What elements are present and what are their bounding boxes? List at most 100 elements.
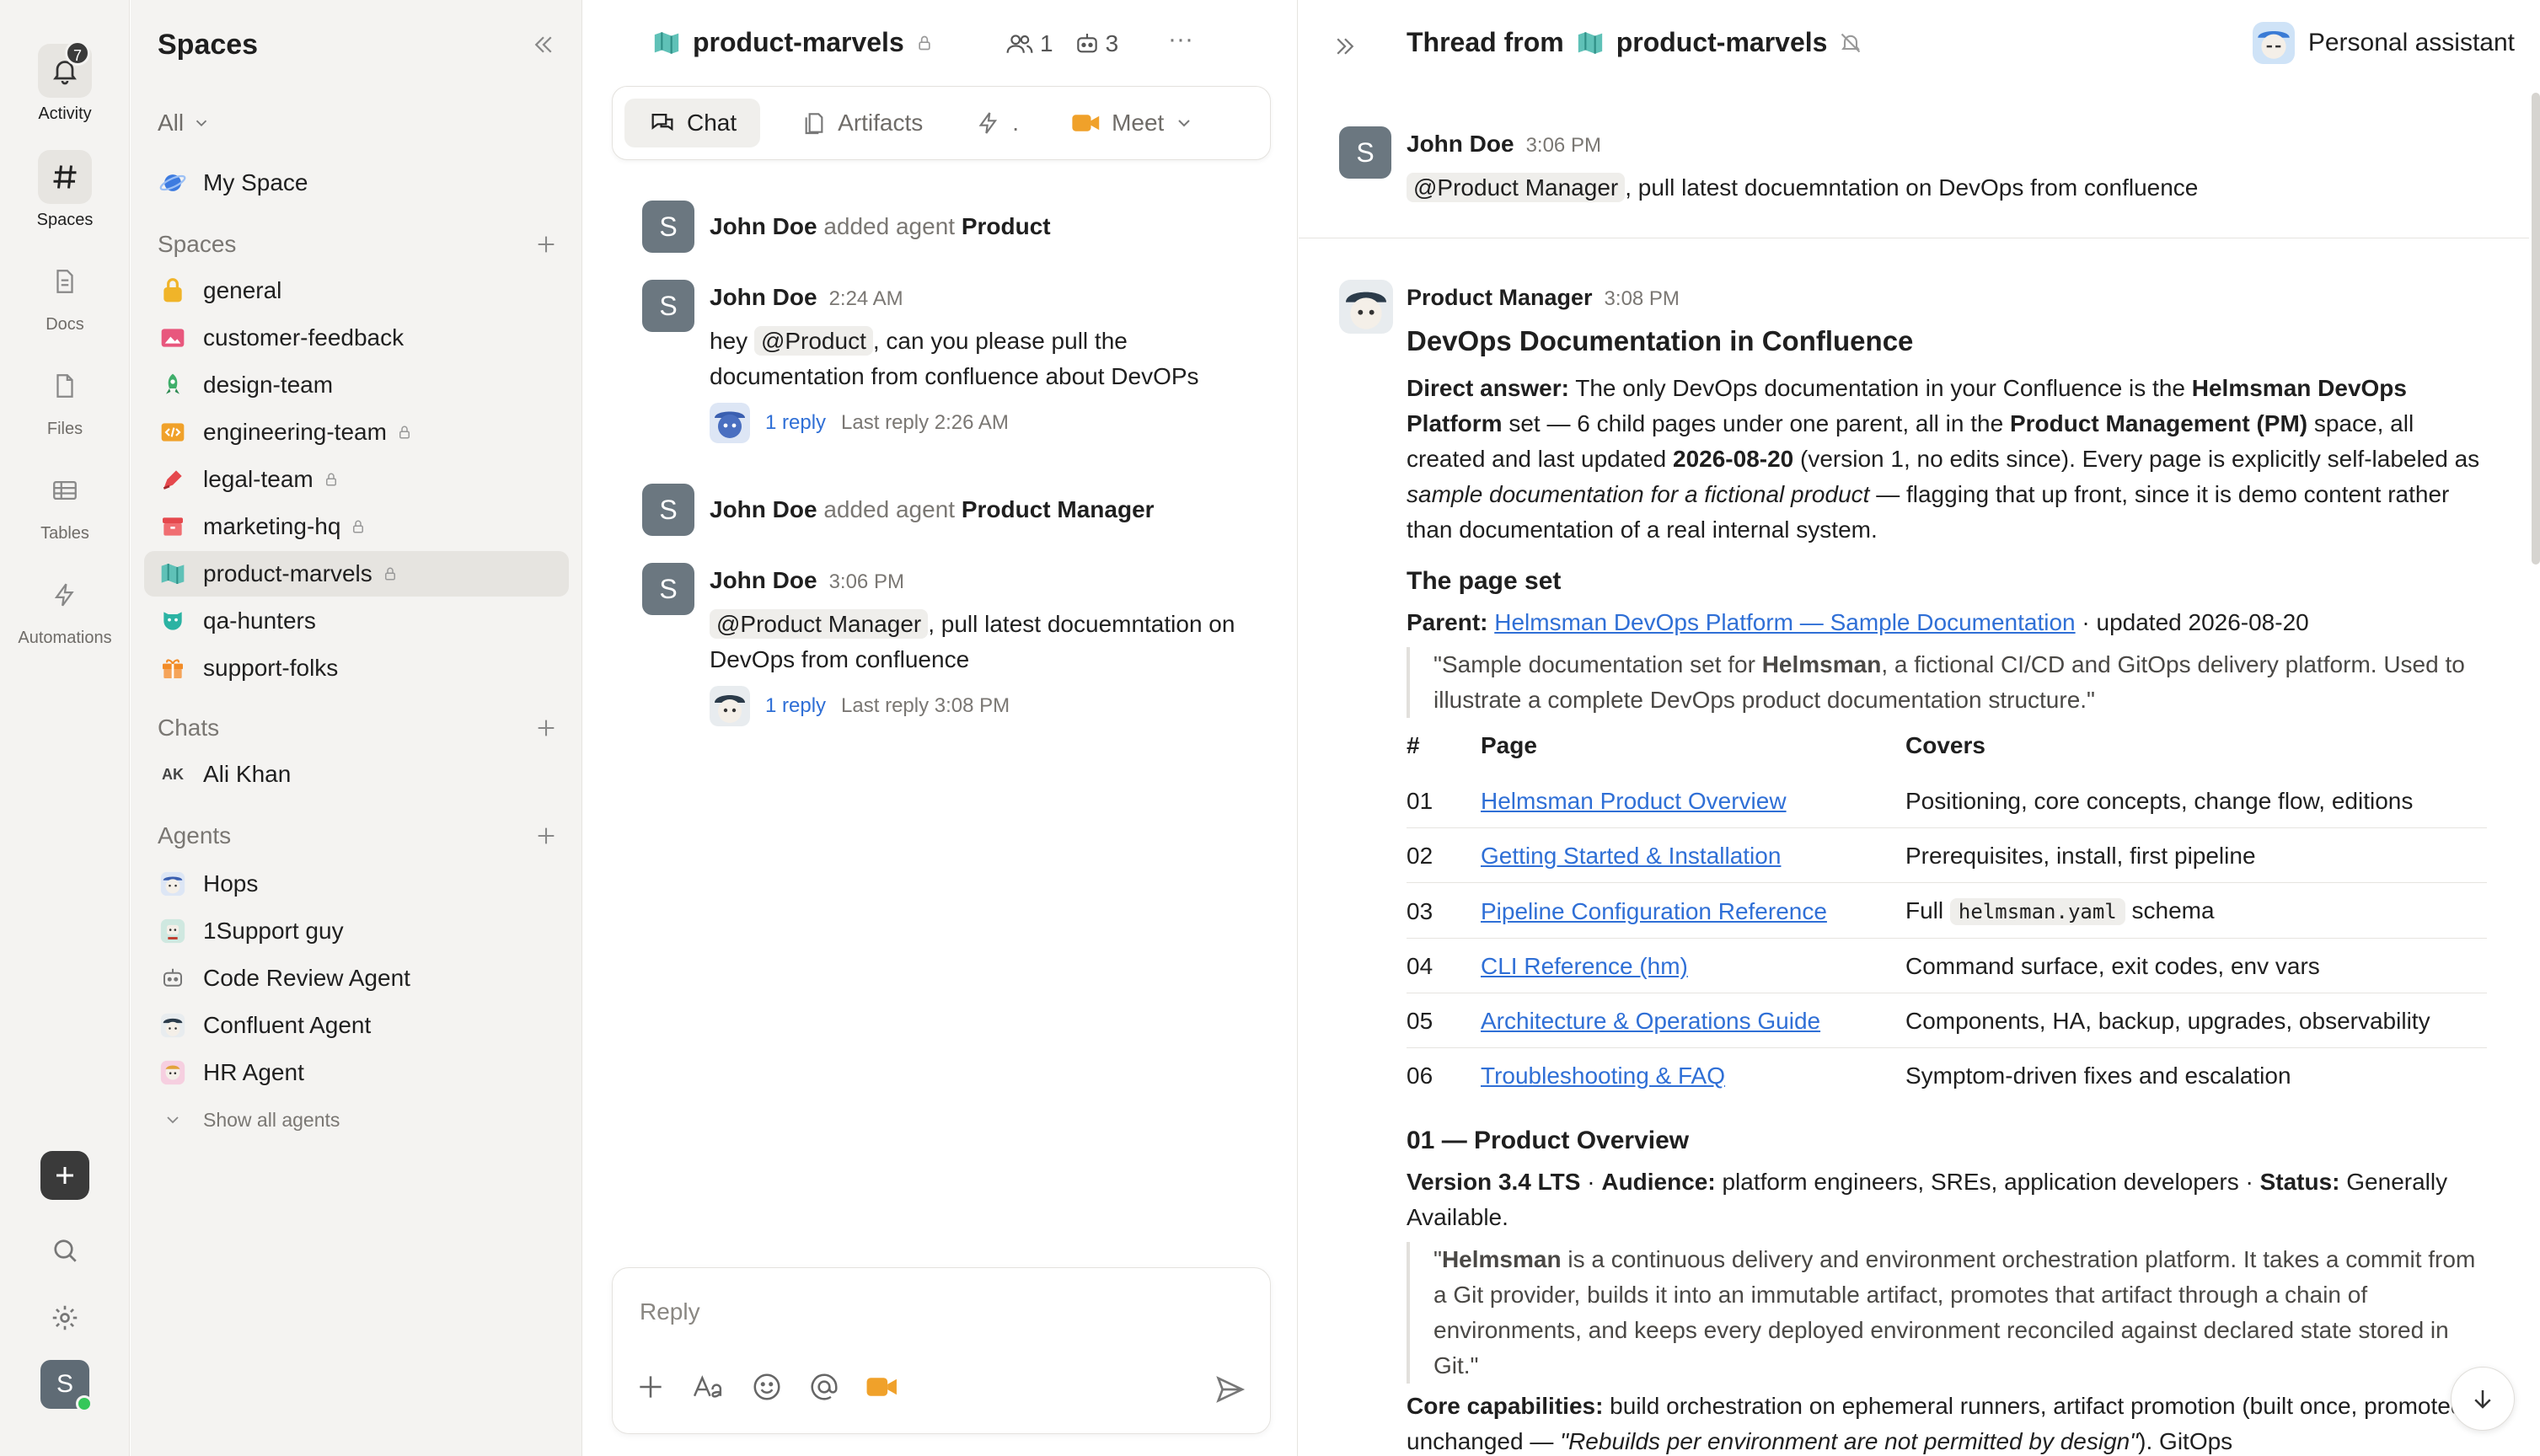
mention[interactable]: @Product Manager (710, 609, 929, 639)
message-composer[interactable]: Reply (612, 1267, 1271, 1434)
message-author[interactable]: John Doe (710, 213, 817, 239)
sidebar-item-label: HR Agent (203, 1059, 304, 1085)
text: platform engineers, SREs, application de… (1715, 1169, 2260, 1195)
tab-chat[interactable]: Chat (624, 99, 761, 147)
chat-icon (651, 113, 673, 131)
sidebar-item-agent-code-review[interactable]: Code Review Agent (144, 956, 569, 1001)
system-message: S John Doe added agent Product Manager (642, 484, 1266, 536)
sidebar-item-product-marvels[interactable]: product-marvels (144, 551, 569, 597)
system-action: added agent (823, 496, 956, 522)
message-author[interactable]: Product Manager (1407, 285, 1593, 310)
channel-header[interactable]: product-marvels (652, 27, 933, 58)
rail-docs[interactable]: Docs (0, 254, 130, 335)
message-author[interactable]: John Doe (710, 284, 817, 310)
personal-assistant-button[interactable]: Personal assistant (2252, 22, 2515, 64)
video-camera-icon[interactable] (865, 1373, 899, 1401)
bots-button[interactable]: 3 (1074, 30, 1118, 57)
sidebar-item-marketing-hq[interactable]: marketing-hq (144, 504, 569, 549)
user-avatar[interactable]: S (40, 1360, 93, 1412)
message-author[interactable]: John Doe (1407, 131, 1514, 157)
at-mention-icon[interactable] (808, 1371, 840, 1403)
mention[interactable]: @Product Manager (1407, 173, 1626, 202)
tab-artifacts[interactable]: Artifacts (777, 99, 946, 147)
page-number: 03 (1407, 882, 1481, 939)
sidebar-item-label: Code Review Agent (203, 965, 410, 991)
rail-tables[interactable]: Tables (0, 463, 130, 543)
sidebar-item-my-space[interactable]: My Space (144, 160, 569, 206)
sidebar-item-agent-hops[interactable]: Hops (144, 861, 569, 907)
page-link[interactable]: Troubleshooting & FAQ (1481, 1063, 1725, 1089)
page-link[interactable]: Architecture & Operations Guide (1481, 1008, 1820, 1034)
table-row: 04 CLI Reference (hm) Command surface, e… (1407, 938, 2487, 993)
page-link[interactable]: Pipeline Configuration Reference (1481, 898, 1827, 924)
sidebar-item-general[interactable]: general (144, 268, 569, 313)
channel-tabs: Chat Artifacts . Meet (612, 86, 1271, 160)
show-all-agents[interactable]: Show all agents (144, 1097, 569, 1143)
text-format-icon[interactable] (692, 1371, 726, 1403)
avatar: S (642, 484, 694, 536)
message-author[interactable]: John Doe (710, 496, 817, 522)
pen-icon (158, 464, 188, 495)
tab-automations[interactable]: . (963, 99, 1031, 147)
scrollbar[interactable] (2532, 93, 2540, 565)
page-link[interactable]: Getting Started & Installation (1481, 843, 1781, 869)
thread-space-name[interactable]: product-marvels (1616, 27, 1828, 58)
parent-page-link[interactable]: Helmsman DevOps Platform — Sample Docume… (1494, 609, 2075, 635)
gear-icon[interactable] (50, 1303, 80, 1333)
chat-initials: AK (162, 765, 184, 783)
agent-avatar-icon (158, 869, 188, 899)
agent-avatar-icon (710, 403, 750, 443)
section-heading: 01 — Product Overview (1407, 1127, 1690, 1154)
members-button[interactable]: 1 (1005, 30, 1053, 57)
sidebar-item-design-team[interactable]: design-team (144, 362, 569, 408)
sidebar-item-agent-1support-guy[interactable]: 1Support guy (144, 908, 569, 954)
direct-answer-label: Direct answer: (1407, 375, 1569, 401)
sidebar-item-legal-team[interactable]: legal-team (144, 457, 569, 502)
section-heading: The page set (1407, 567, 1562, 595)
thread-replies-link[interactable]: 1 reply (765, 688, 826, 724)
scroll-to-bottom-button[interactable] (2451, 1367, 2515, 1431)
text-bold: Product Management (PM) (2009, 410, 2308, 436)
message-author[interactable]: John Doe (710, 567, 817, 593)
send-icon[interactable] (1213, 1373, 1246, 1406)
mention[interactable]: @Product (753, 326, 873, 356)
collapse-sidebar-icon[interactable] (531, 32, 556, 57)
add-space-icon[interactable] (534, 233, 558, 256)
tab-meet[interactable]: Meet (1048, 99, 1218, 147)
rail-automations[interactable]: Automations (0, 568, 130, 648)
rail-spaces[interactable]: Spaces (0, 150, 130, 230)
channel-name: product-marvels (693, 27, 904, 57)
sidebar-item-agent-hr[interactable]: HR Agent (144, 1050, 569, 1095)
plus-icon[interactable] (635, 1371, 667, 1403)
create-button[interactable] (40, 1151, 89, 1200)
sidebar-item-chat-ali-khan[interactable]: AK Ali Khan (144, 752, 569, 797)
thread-title-prefix: Thread from (1407, 27, 1564, 57)
rail-files[interactable]: Files (0, 359, 130, 439)
gift-icon (158, 653, 188, 683)
rail-label: Activity (38, 104, 92, 123)
search-icon[interactable] (50, 1235, 80, 1266)
system-message: S John Doe added agent Product (642, 201, 1266, 253)
sidebar-item-agent-confluent[interactable]: Confluent Agent (144, 1003, 569, 1048)
emoji-icon[interactable] (751, 1371, 783, 1403)
agent-name[interactable]: Product Manager (962, 496, 1155, 522)
add-agent-icon[interactable] (534, 824, 558, 848)
page-link[interactable]: Helmsman Product Overview (1481, 788, 1787, 814)
thread-replies-link[interactable]: 1 reply (765, 405, 826, 441)
spaces-section-header: Spaces (158, 231, 237, 257)
rail-activity[interactable]: 7 Activity (0, 40, 130, 124)
page-link[interactable]: CLI Reference (hm) (1481, 953, 1688, 979)
assistant-label: Personal assistant (2307, 29, 2515, 56)
sidebar-item-customer-feedback[interactable]: customer-feedback (144, 315, 569, 361)
sidebar-item-qa-hunters[interactable]: qa-hunters (144, 598, 569, 644)
more-options-button[interactable]: ··· (1168, 25, 1193, 54)
add-chat-icon[interactable] (534, 716, 558, 740)
sidebar-item-engineering-team[interactable]: engineering-team (144, 410, 569, 455)
composer-placeholder[interactable]: Reply (640, 1298, 700, 1325)
sidebar-item-support-folks[interactable]: support-folks (144, 645, 569, 691)
agent-name[interactable]: Product (962, 213, 1051, 239)
members-icon (1006, 35, 1033, 53)
muted-bell-icon[interactable] (1839, 31, 1862, 55)
expand-thread-icon[interactable] (1332, 34, 1358, 59)
spaces-filter[interactable]: All (158, 110, 211, 136)
